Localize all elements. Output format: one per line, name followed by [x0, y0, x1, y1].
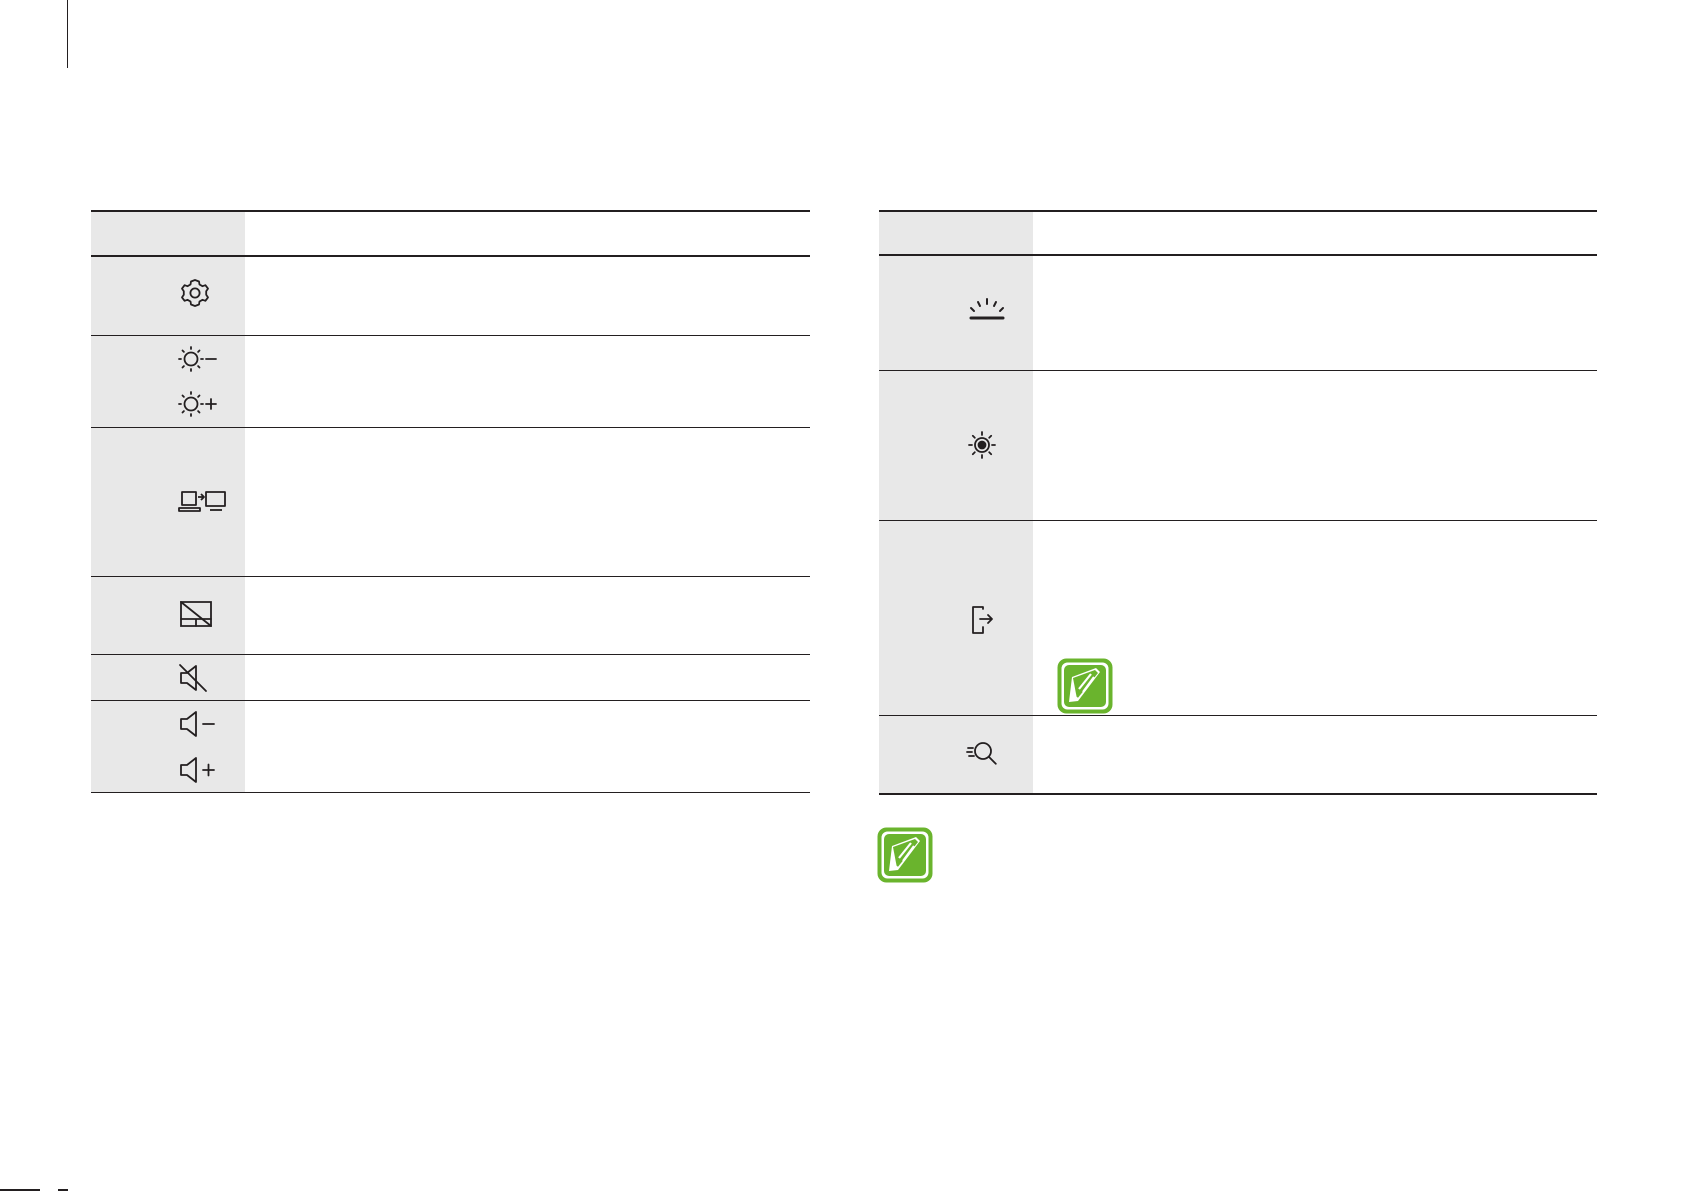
header-key-cell	[879, 210, 1033, 255]
key-cell	[91, 577, 245, 654]
table-header	[879, 210, 1597, 255]
key-cell	[879, 371, 1033, 520]
performance-mode-icon	[967, 430, 997, 460]
table-row	[879, 371, 1597, 520]
table-header	[91, 210, 810, 256]
function-keys-table-right	[879, 210, 1597, 795]
settings-icon	[178, 277, 212, 311]
key-cell	[91, 428, 245, 576]
table-row	[91, 655, 810, 700]
description-cell	[1033, 371, 1597, 520]
volume-up-icon	[178, 755, 218, 785]
table-row	[879, 716, 1597, 794]
display-switch-icon	[178, 488, 230, 516]
crop-mark-vertical	[67, 0, 68, 68]
table-row	[91, 701, 810, 793]
table-row	[91, 577, 810, 654]
key-cell	[91, 336, 245, 427]
description-cell	[245, 577, 810, 654]
table-row	[91, 428, 810, 576]
table-top-rule	[879, 210, 1597, 212]
description-cell	[245, 655, 810, 700]
brightness-up-icon	[178, 389, 218, 419]
table-row	[879, 521, 1597, 715]
table-top-rule	[91, 210, 810, 212]
note-pencil-icon	[1056, 657, 1114, 715]
key-cell	[879, 716, 1033, 794]
key-cell	[91, 701, 245, 793]
mute-icon	[178, 663, 212, 693]
description-cell	[245, 336, 810, 427]
key-cell	[91, 655, 245, 700]
crop-mark-bottom-left	[0, 1189, 40, 1191]
brightness-down-icon	[178, 344, 218, 374]
description-cell	[1033, 716, 1597, 794]
header-description-cell	[245, 210, 810, 256]
description-cell	[245, 257, 810, 335]
key-cell	[879, 256, 1033, 370]
table-bottom-rule	[91, 792, 810, 793]
key-cell	[91, 257, 245, 335]
volume-down-icon	[178, 709, 218, 739]
keyboard-backlight-icon	[967, 296, 1007, 324]
description-cell	[1033, 256, 1597, 370]
quick-search-icon	[966, 738, 1000, 770]
description-cell	[1033, 521, 1597, 715]
header-key-cell	[91, 210, 245, 256]
touchpad-off-icon	[178, 599, 216, 629]
table-row	[879, 256, 1597, 370]
table-row	[91, 336, 810, 427]
function-keys-table-left	[91, 210, 810, 793]
crop-mark-bottom-left-2	[58, 1189, 68, 1191]
table-row	[91, 257, 810, 335]
table-bottom-rule	[879, 793, 1597, 795]
key-cell	[879, 521, 1033, 715]
description-cell	[245, 701, 810, 793]
note-pencil-icon	[876, 826, 934, 884]
header-description-cell	[1033, 210, 1597, 255]
phone-link-icon	[967, 604, 997, 636]
description-cell	[245, 428, 810, 576]
